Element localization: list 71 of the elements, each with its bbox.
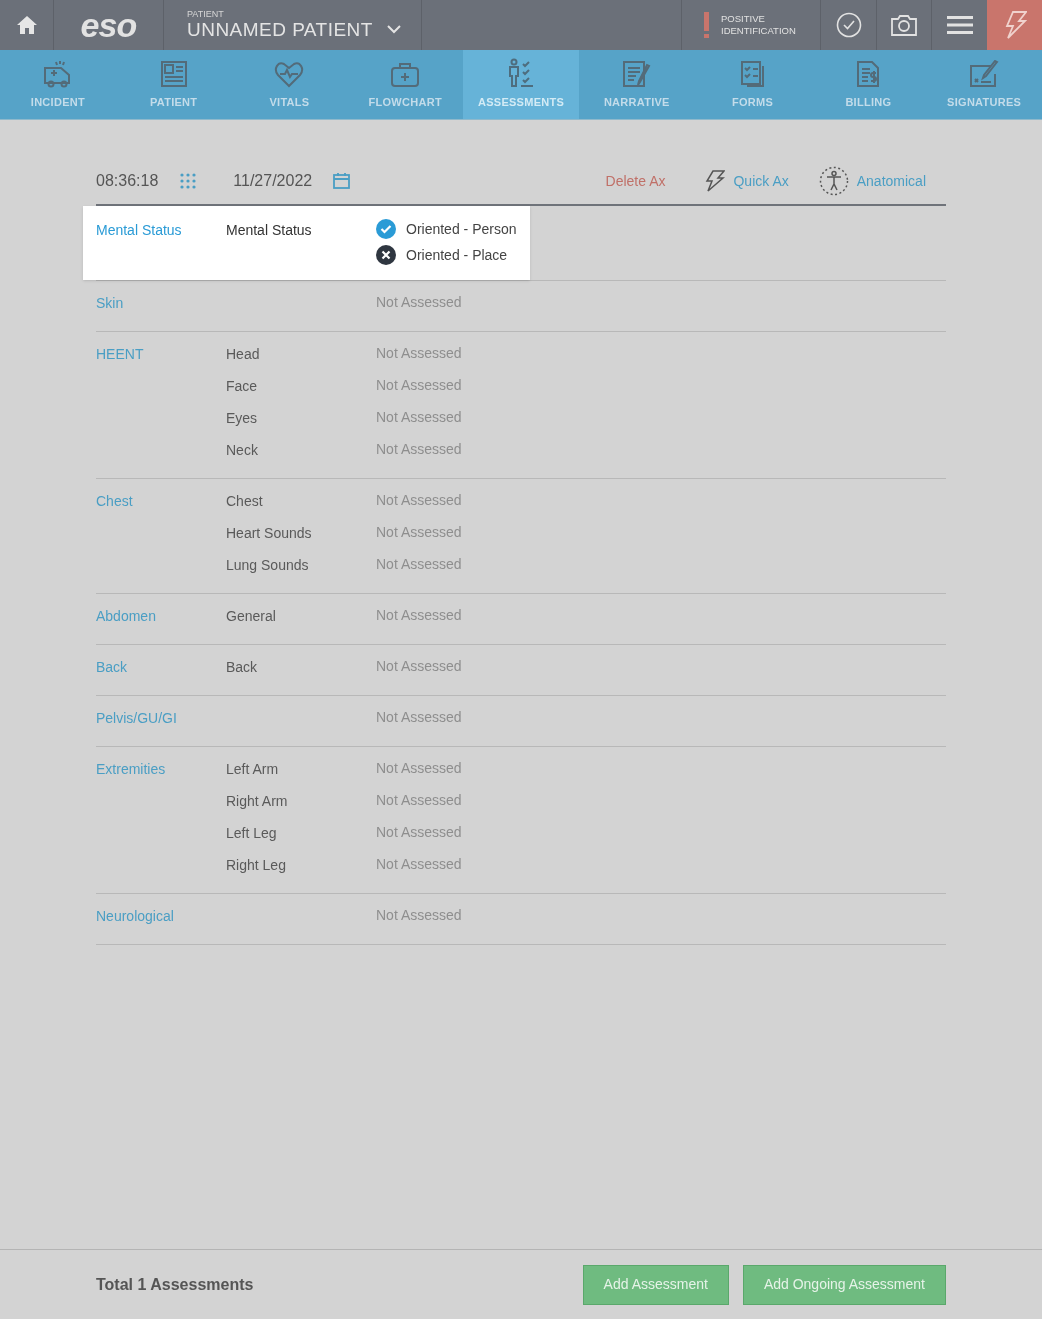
- id-card-icon: [159, 59, 188, 88]
- row-label: Right Leg: [226, 857, 286, 873]
- ambulance-icon: [42, 59, 73, 88]
- not-assessed-value: Not Assessed: [376, 293, 462, 312]
- not-assessed-value: Not Assessed: [376, 555, 462, 574]
- section-title[interactable]: Mental Status: [96, 222, 182, 238]
- not-assessed-value: Not Assessed: [376, 491, 462, 510]
- row-label: Face: [226, 378, 258, 394]
- not-assessed-value: Not Assessed: [376, 344, 462, 363]
- not-assessed-value: Not Assessed: [376, 376, 462, 395]
- patient-caption: PATIENT: [187, 9, 225, 19]
- section-title[interactable]: Neurological: [96, 908, 174, 924]
- menu-icon[interactable]: [946, 16, 973, 34]
- row-label: Lung Sounds: [226, 557, 309, 573]
- row-label: Right Arm: [226, 793, 288, 809]
- total-count: Total 1 Assessments: [96, 1274, 254, 1295]
- not-assessed-value: Not Assessed: [376, 408, 462, 427]
- anatomical-button[interactable]: Anatomical: [818, 166, 926, 196]
- not-assessed-value: Not Assessed: [376, 440, 462, 459]
- body-figure-icon: [818, 166, 849, 196]
- camera-icon[interactable]: [891, 14, 917, 36]
- add-button[interactable]: Add Ongoing Assessment: [742, 1264, 946, 1305]
- calendar-icon[interactable]: [333, 173, 351, 189]
- section-title[interactable]: HEENT: [96, 346, 144, 362]
- quick-ax-button[interactable]: Quick Ax: [705, 170, 789, 192]
- not-assessed-value: Not Assessed: [376, 823, 462, 842]
- alert-icon: [704, 12, 709, 38]
- not-assessed-value: Not Assessed: [376, 855, 462, 874]
- row-label: Heart Sounds: [226, 525, 312, 541]
- row-label: Head: [226, 346, 260, 362]
- nav-tab[interactable]: ASSESSMENTS: [463, 50, 579, 119]
- time-field[interactable]: 08:36:18: [96, 169, 159, 193]
- section-title[interactable]: Extremities: [96, 761, 166, 777]
- document-pencil-icon: [621, 59, 652, 88]
- not-assessed-value: Not Assessed: [376, 523, 462, 542]
- row-label: Left Arm: [226, 761, 279, 777]
- figure-checklist-icon: [506, 57, 536, 88]
- row-label: Mental Status: [226, 222, 312, 238]
- section-title[interactable]: Pelvis/GU/GI: [96, 710, 177, 726]
- row-label: Neck: [226, 442, 258, 458]
- logo: eso: [80, 8, 137, 42]
- section-title[interactable]: Chest: [96, 493, 133, 509]
- not-assessed-value: Not Assessed: [376, 791, 462, 810]
- chevron-down-icon[interactable]: [386, 24, 401, 34]
- section-title[interactable]: Abdomen: [96, 608, 156, 624]
- section-title[interactable]: Back: [96, 659, 128, 675]
- row-label: Left Leg: [226, 825, 277, 841]
- not-assessed-value: Not Assessed: [376, 708, 462, 727]
- row-label: General: [226, 608, 276, 624]
- patient-name[interactable]: UNNAMED PATIENT: [187, 19, 373, 41]
- row-label: Eyes: [226, 410, 258, 426]
- keypad-icon[interactable]: [180, 173, 197, 189]
- finding-text: Oriented - Person: [406, 220, 517, 239]
- section-title[interactable]: Skin: [96, 295, 124, 311]
- add-button[interactable]: Add Assessment: [582, 1264, 729, 1305]
- home-icon[interactable]: [15, 15, 38, 35]
- positive-identification-label[interactable]: POSITIVE IDENTIFICATION: [721, 13, 796, 37]
- signature-icon: [969, 59, 1000, 88]
- delete-button[interactable]: Delete Ax: [605, 170, 666, 192]
- not-assessed-value: Not Assessed: [376, 906, 462, 925]
- finding-text: Oriented - Place: [406, 246, 508, 265]
- row-label: Back: [226, 659, 258, 675]
- heartbeat-icon: [274, 59, 305, 88]
- checklist-icon: [738, 59, 767, 88]
- date-field[interactable]: 11/27/2022: [233, 169, 313, 193]
- not-assessed-value: Not Assessed: [376, 759, 462, 778]
- row-label: Chest: [226, 493, 263, 509]
- lightning-icon: [705, 170, 726, 192]
- not-assessed-value: Not Assessed: [376, 657, 462, 676]
- not-assessed-value: Not Assessed: [376, 606, 462, 625]
- check-circle-icon[interactable]: [835, 12, 862, 38]
